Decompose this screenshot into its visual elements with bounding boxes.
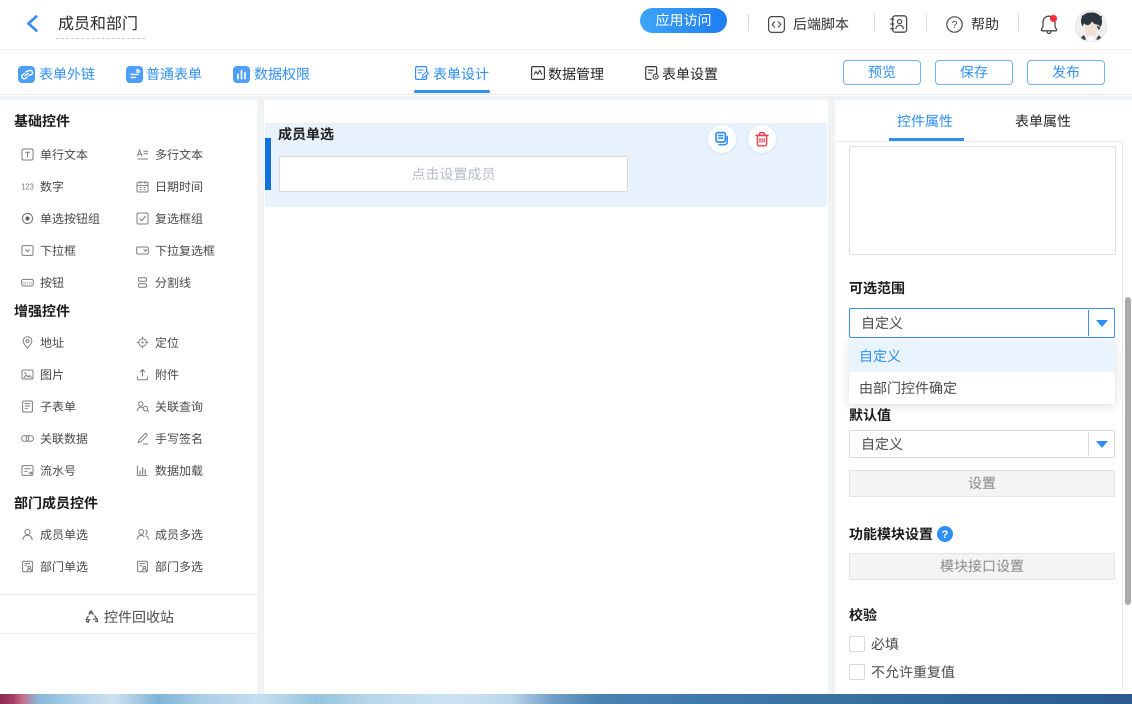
svg-text:BTN: BTN: [23, 281, 32, 286]
svg-text:?: ?: [942, 529, 949, 541]
svg-text:?: ?: [952, 19, 958, 31]
svg-text:123: 123: [21, 182, 34, 191]
